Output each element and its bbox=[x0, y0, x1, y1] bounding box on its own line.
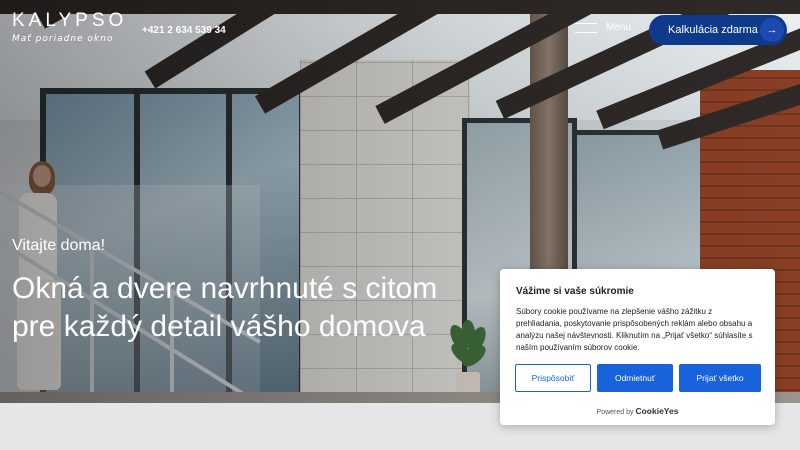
brand-logo[interactable]: KALYPSO Mať poriadne okno bbox=[12, 10, 127, 44]
cookieyes-logo: CookieYes bbox=[635, 406, 679, 416]
phone-link[interactable]: +421 2 634 539 34 bbox=[142, 25, 226, 36]
cookie-description: Súbory cookie používame na zlepšenie váš… bbox=[516, 307, 753, 352]
hamburger-icon bbox=[575, 22, 597, 33]
menu-label: Menu bbox=[606, 22, 632, 33]
hero-welcome-text: Vitajte doma! bbox=[12, 237, 106, 254]
brand-tagline: Mať poriadne okno bbox=[12, 34, 114, 44]
cookie-customize-button[interactable]: Prispôsobiť bbox=[515, 364, 591, 392]
brand-logo-wordmark: KALYPSO bbox=[12, 10, 128, 31]
cookie-powered-by[interactable]: Powered by CookieYes bbox=[500, 406, 775, 416]
cookie-title: Vážime si vaše súkromie bbox=[516, 286, 634, 297]
menu-button[interactable]: Menu bbox=[575, 22, 631, 33]
cookie-reject-button[interactable]: Odmietnuť bbox=[597, 364, 673, 392]
cookie-consent-banner: Vážime si vaše súkromie Súbory cookie po… bbox=[500, 269, 775, 425]
hero-headline: Okná a dvere navrhnuté s citom pre každý… bbox=[12, 272, 438, 343]
cookie-accept-all-button[interactable]: Prijať všetko bbox=[679, 364, 761, 392]
free-calculation-label: Kalkulácia zdarma bbox=[668, 24, 758, 36]
arrow-right-icon: → bbox=[760, 18, 784, 42]
powered-by-label: Powered by bbox=[596, 409, 634, 416]
free-calculation-button[interactable]: Kalkulácia zdarma → bbox=[649, 15, 787, 45]
cookie-button-group: Prispôsobiť Odmietnuť Prijať všetko bbox=[515, 364, 761, 392]
